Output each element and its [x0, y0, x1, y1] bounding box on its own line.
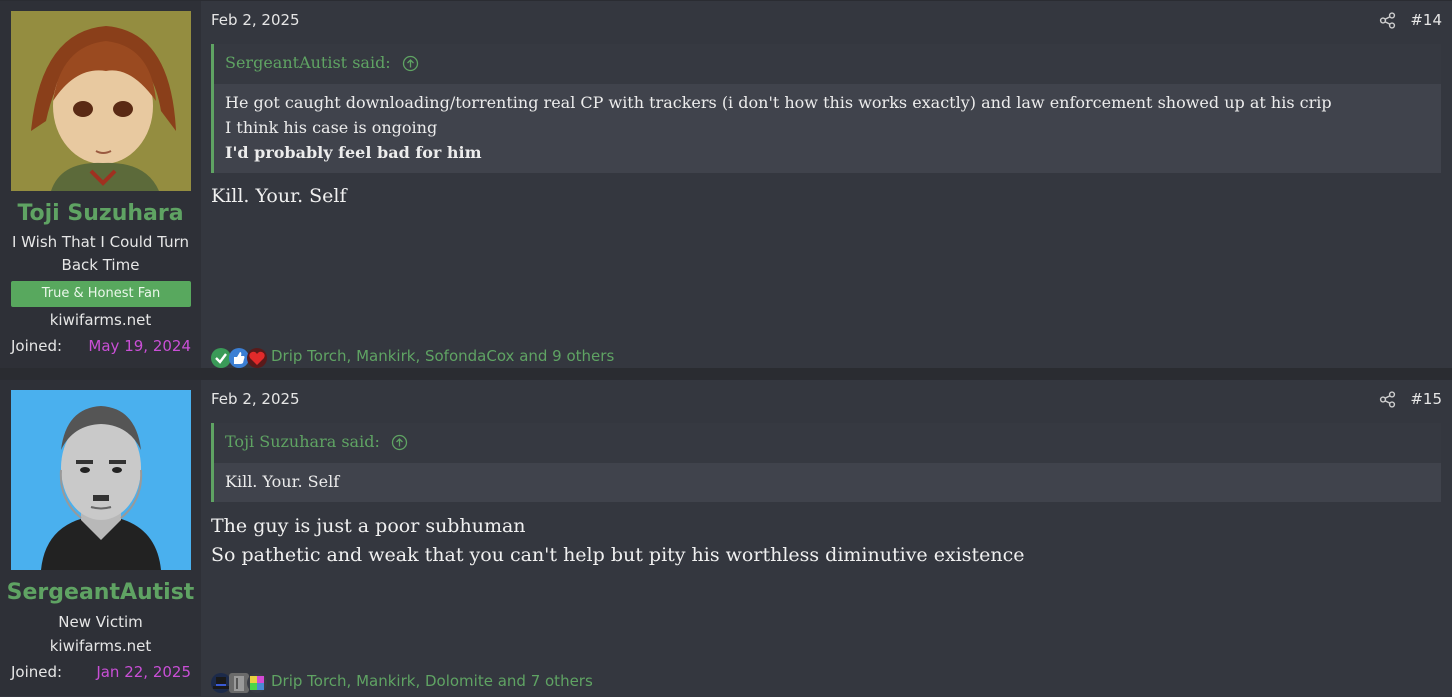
username[interactable]: Toji Suzuhara [0, 201, 201, 226]
post-date[interactable]: Feb 2, 2025 [211, 11, 300, 29]
post-main: Feb 2, 2025 #15 Toji Suzuhara said: Kill… [201, 380, 1452, 696]
post-separator [0, 368, 1452, 379]
post-main: Feb 2, 2025 #14 SergeantAutist said: He … [201, 1, 1452, 369]
quote-body: Kill. Your. Self [214, 463, 1441, 502]
hat-reaction-icon[interactable] [211, 673, 231, 693]
avatar[interactable] [11, 390, 191, 570]
message-line: Kill. Your. Self [211, 185, 347, 207]
quote-author[interactable]: SergeantAutist said: [225, 53, 391, 72]
quote-line: Kill. Your. Self [225, 472, 340, 491]
share-icon[interactable] [1379, 391, 1396, 408]
user-info: Toji Suzuhara I Wish That I Could Turn B… [0, 1, 201, 369]
joined-label: Joined: [11, 337, 63, 355]
puzzle-reaction-icon[interactable] [247, 673, 267, 693]
quote-line: He got caught downloading/torrenting rea… [225, 93, 1332, 112]
reaction-icons[interactable] [211, 346, 269, 370]
quote-line: I think his case is ongoing [225, 118, 438, 137]
post-15: SergeantAutist New Victim kiwifarms.net … [0, 379, 1452, 696]
post-message: Kill. Your. Self [211, 182, 1442, 211]
reaction-icons[interactable] [211, 671, 269, 695]
share-icon[interactable] [1379, 12, 1396, 29]
joined-date: Jan 22, 2025 [96, 663, 191, 681]
quote-author[interactable]: Toji Suzuhara said: [225, 432, 380, 451]
post-number[interactable]: #15 [1410, 390, 1442, 408]
post-14: Toji Suzuhara I Wish That I Could Turn B… [0, 0, 1452, 369]
quote-block: Toji Suzuhara said: Kill. Your. Self [211, 423, 1441, 502]
checkmark-reaction-icon[interactable] [211, 348, 231, 368]
thumbs-up-reaction-icon[interactable] [229, 348, 249, 368]
joined-date: May 19, 2024 [88, 337, 191, 355]
reaction-users[interactable]: Drip Torch, Mankirk, Dolomite and 7 othe… [271, 672, 593, 690]
quote-header[interactable]: SergeantAutist said: [214, 44, 1441, 84]
quote-body: He got caught downloading/torrenting rea… [214, 84, 1441, 173]
quote-block: SergeantAutist said: He got caught downl… [211, 44, 1441, 173]
avatar[interactable] [11, 11, 191, 191]
heart-reaction-icon[interactable] [247, 348, 267, 368]
user-banner: True & Honest Fan [11, 281, 191, 307]
user-title: I Wish That I Could Turn Back Time [11, 233, 190, 274]
user-title: New Victim [58, 613, 143, 631]
quote-bold-line: I'd probably feel bad for him [225, 143, 482, 162]
post-number[interactable]: #14 [1410, 11, 1442, 29]
post-message: The guy is just a poor subhuman So pathe… [211, 512, 1442, 570]
message-line: So pathetic and weak that you can't help… [211, 544, 1025, 566]
quote-header[interactable]: Toji Suzuhara said: [214, 423, 1441, 463]
user-site: kiwifarms.net [49, 637, 152, 655]
username[interactable]: SergeantAutist [0, 580, 201, 605]
post-date[interactable]: Feb 2, 2025 [211, 390, 300, 408]
gray-reaction-icon[interactable] [229, 673, 249, 693]
arrow-up-circle-icon[interactable] [402, 55, 419, 72]
reaction-users[interactable]: Drip Torch, Mankirk, SofondaCox and 9 ot… [271, 347, 614, 365]
message-line: The guy is just a poor subhuman [211, 515, 526, 537]
user-info: SergeantAutist New Victim kiwifarms.net … [0, 380, 201, 696]
joined-label: Joined: [11, 663, 63, 681]
arrow-up-circle-icon[interactable] [391, 434, 408, 451]
user-site: kiwifarms.net [49, 311, 152, 329]
